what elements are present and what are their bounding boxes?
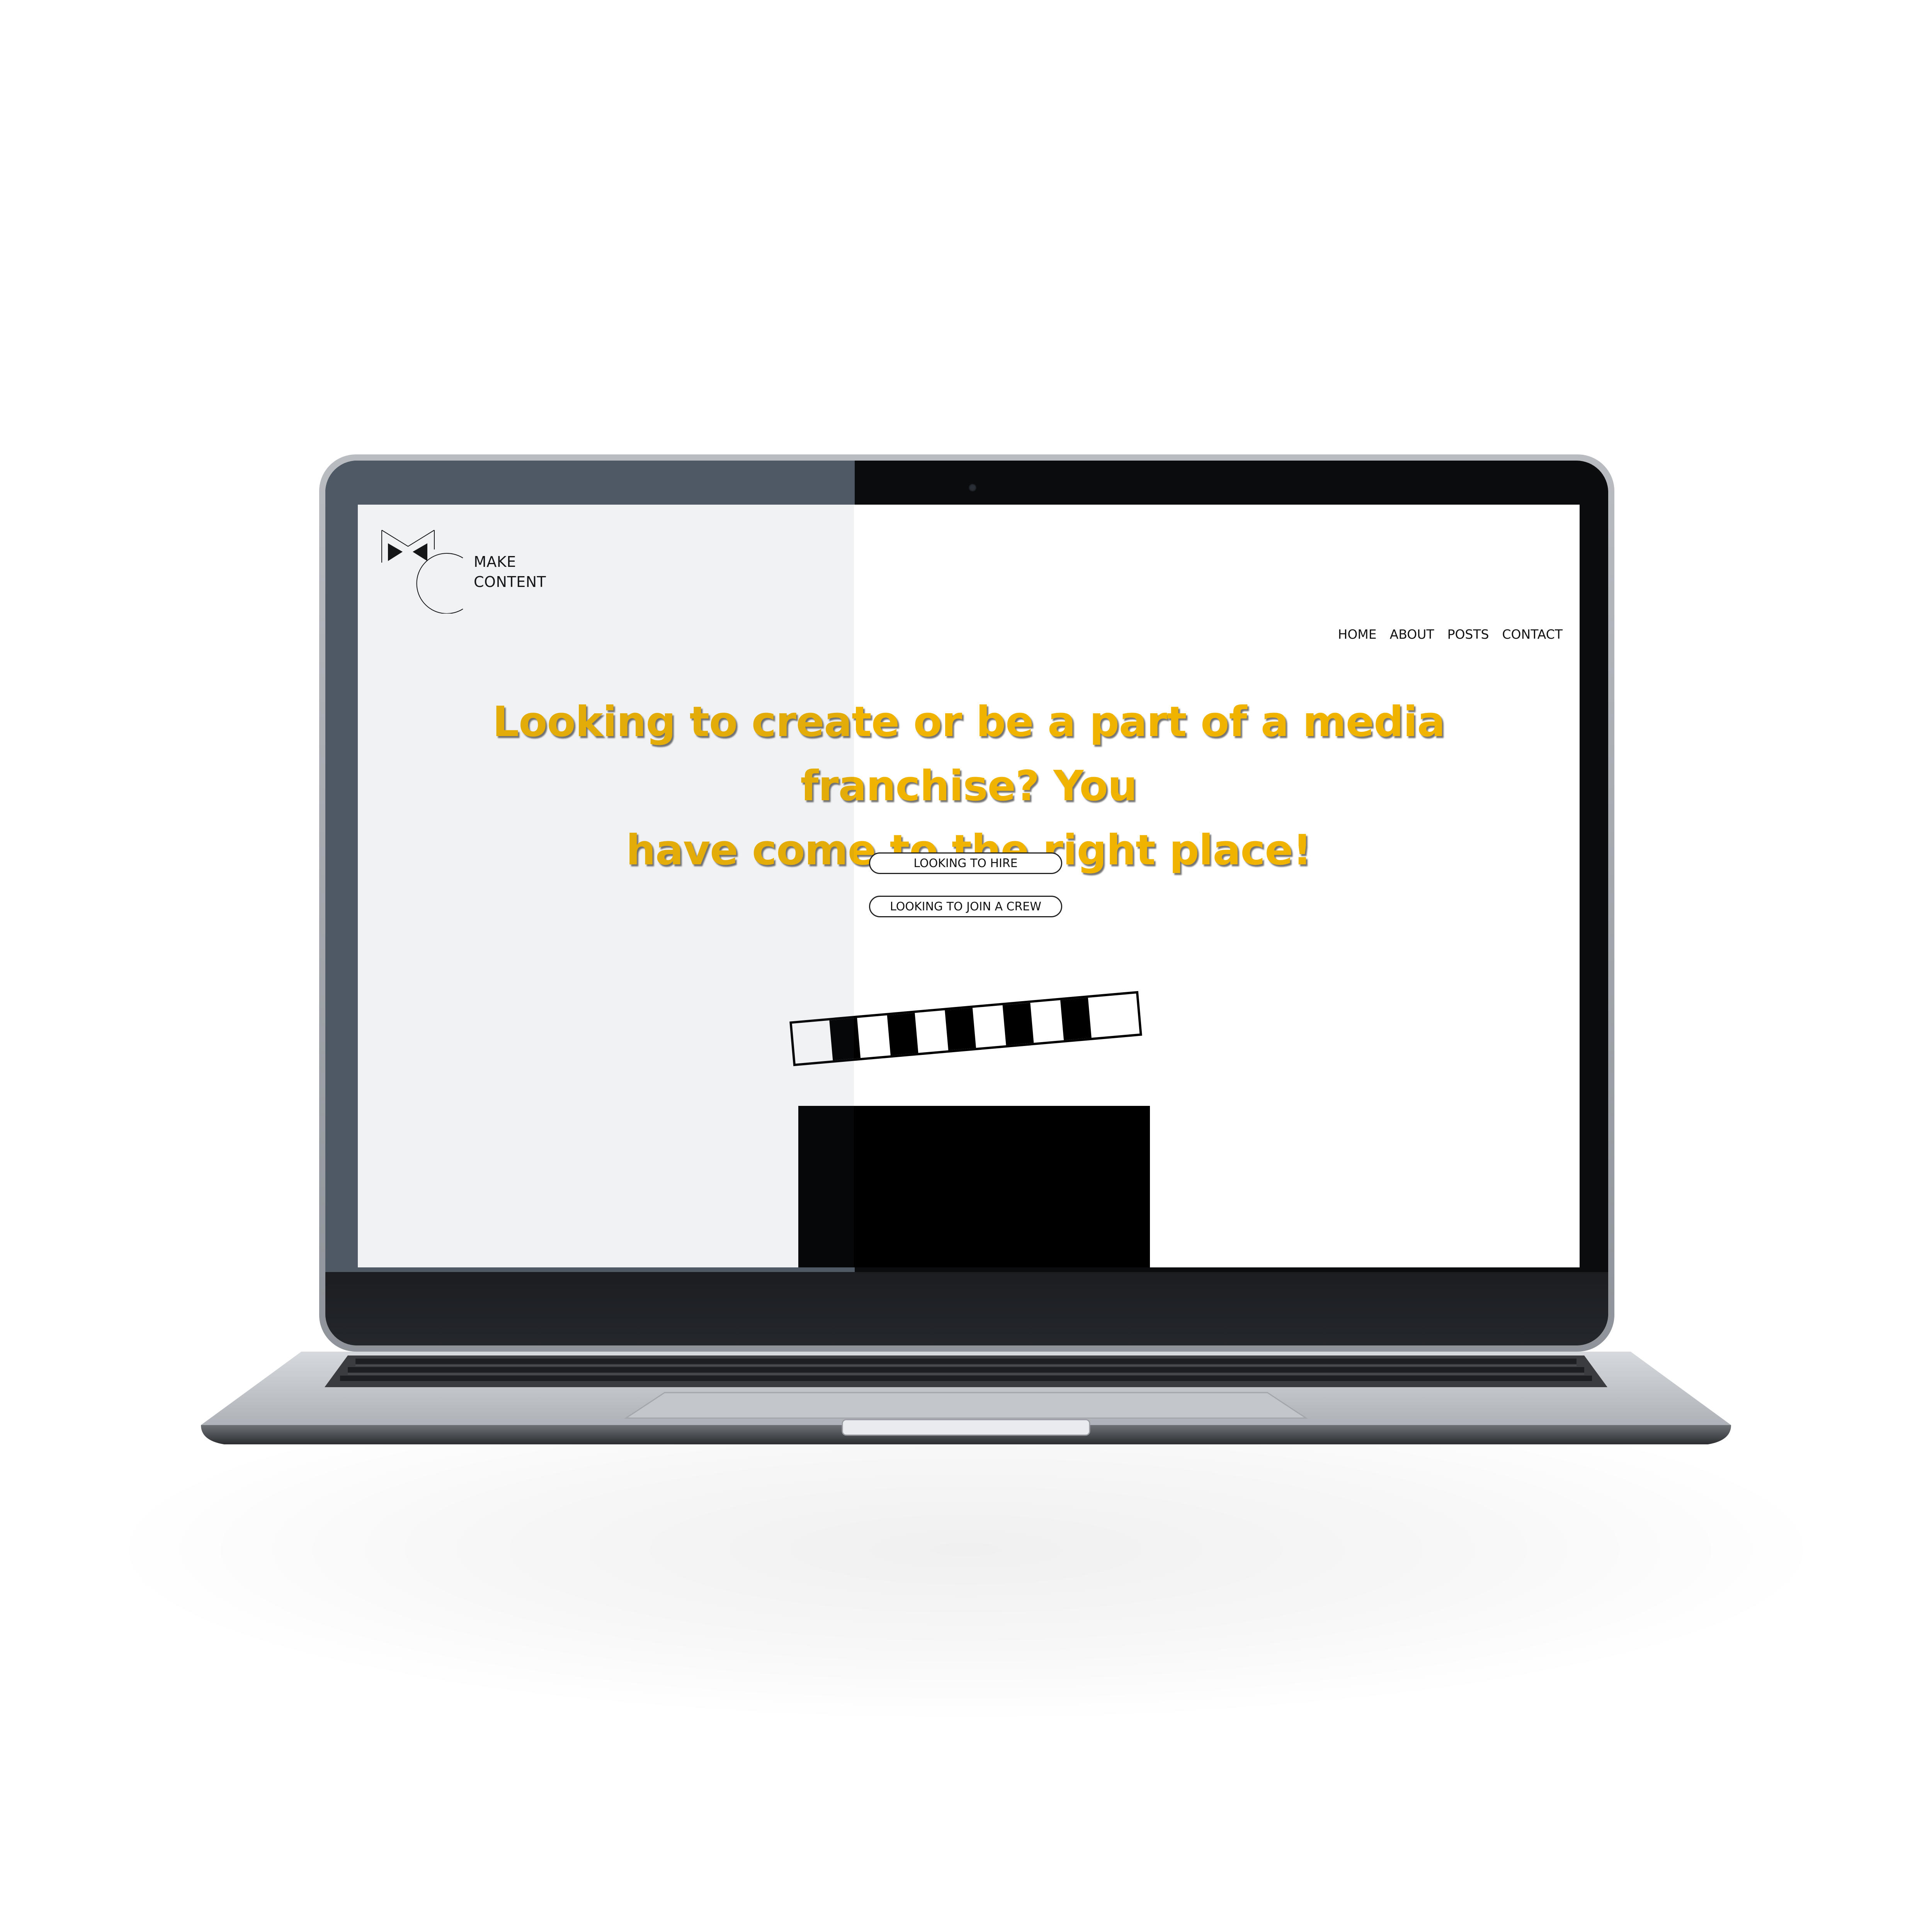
nav-about[interactable]: ABOUT (1390, 627, 1434, 642)
nav-home[interactable]: HOME (1338, 627, 1377, 642)
clapperboard-icon (789, 991, 1150, 1267)
laptop-base (201, 1352, 1731, 1444)
logo-wordmark: MAKE CONTENT (474, 552, 546, 592)
mockup-stage: MAKE CONTENT HOME ABOUT POSTS CONTACT Lo… (0, 0, 1932, 1932)
nav-posts[interactable]: POSTS (1447, 627, 1489, 642)
logo-line-2: CONTENT (474, 573, 546, 590)
clapper-stick (789, 991, 1142, 1066)
site-logo[interactable]: MAKE CONTENT (381, 529, 546, 614)
looking-to-join-crew-button[interactable]: LOOKING TO JOIN A CREW (869, 896, 1062, 917)
logo-line-1: MAKE (474, 553, 516, 570)
main-nav: HOME ABOUT POSTS CONTACT (1338, 627, 1563, 642)
screen-glare (358, 505, 854, 1267)
laptop-chin (325, 1272, 1608, 1345)
clapper-body (798, 1106, 1150, 1267)
mc-logo-icon (381, 530, 463, 614)
laptop-screen: MAKE CONTENT HOME ABOUT POSTS CONTACT Lo… (358, 505, 1580, 1267)
nav-contact[interactable]: CONTACT (1502, 627, 1563, 642)
looking-to-hire-button[interactable]: LOOKING TO HIRE (869, 852, 1062, 874)
hero-line-1: Looking to create or be a part of a medi… (492, 698, 1446, 810)
webcam-icon (969, 484, 976, 492)
